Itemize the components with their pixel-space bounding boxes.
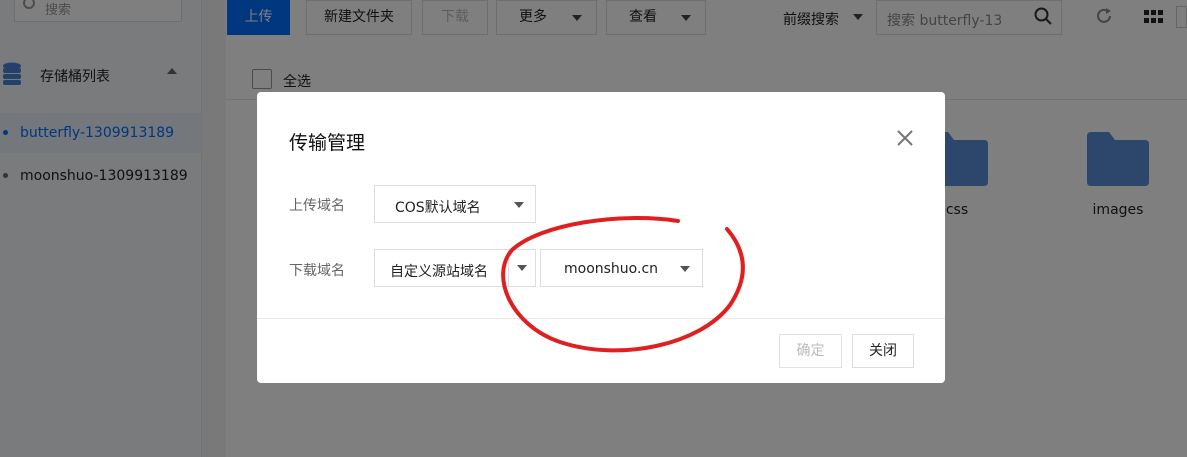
- confirm-button[interactable]: 确定: [779, 334, 842, 368]
- caret-down-icon: [514, 202, 524, 208]
- caret-down-icon: [680, 266, 690, 272]
- caret-down-icon: [517, 265, 527, 271]
- download-domain-value: moonshuo.cn: [564, 261, 659, 277]
- close-icon[interactable]: [897, 130, 913, 146]
- download-domain-type-value: 自定义源站域名: [390, 264, 488, 280]
- upload-domain-label: 上传域名: [289, 198, 345, 214]
- upload-domain-value: COS默认域名: [395, 200, 481, 216]
- upload-domain-select[interactable]: COS默认域名: [374, 185, 536, 223]
- download-domain-type-caret[interactable]: [508, 250, 535, 286]
- dialog-title: 传输管理: [289, 132, 366, 154]
- close-button[interactable]: 关闭: [852, 334, 914, 368]
- transfer-management-dialog: 传输管理 上传域名 COS默认域名 下载域名 自定义源站域名 moonshuo.…: [257, 92, 945, 383]
- download-domain-label: 下载域名: [289, 263, 345, 279]
- download-domain-select[interactable]: moonshuo.cn: [540, 249, 703, 287]
- dialog-divider: [257, 318, 945, 319]
